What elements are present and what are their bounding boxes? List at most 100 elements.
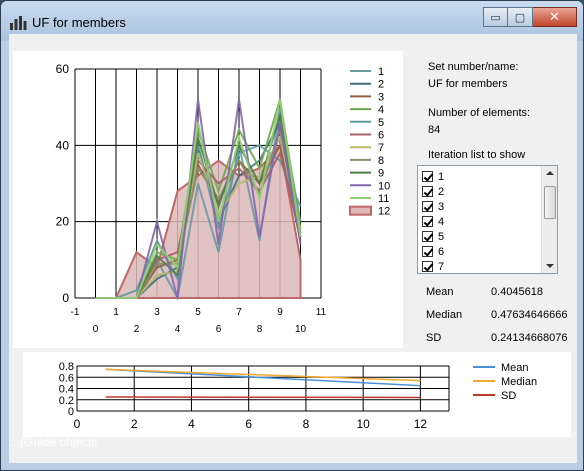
x-tick-label: -1	[71, 307, 80, 318]
x-tick-label: 5	[195, 307, 201, 318]
window-controls: ▭ ▢ ✕	[483, 7, 577, 28]
close-icon: ✕	[549, 9, 560, 24]
elements-value: 84	[428, 124, 441, 136]
x-tick-label: 3	[154, 307, 160, 318]
legend-label: 10	[378, 180, 390, 192]
maximize-icon: ▢	[514, 11, 526, 24]
checkbox[interactable]	[422, 171, 433, 182]
minimize-button[interactable]: ▭	[483, 7, 508, 27]
series-median-line	[105, 368, 421, 382]
x-tick-label: 10	[295, 324, 307, 335]
y-tick-label: 0	[62, 291, 69, 305]
legend-label: 1	[378, 66, 384, 78]
background-text: ...(Guide objects	[10, 435, 98, 449]
checkbox[interactable]	[422, 186, 433, 197]
checkbox[interactable]	[422, 231, 433, 242]
x-tick-label: 2	[131, 417, 138, 431]
x-tick-label: 1	[113, 307, 119, 318]
x-tick-label: 0	[74, 417, 81, 431]
summary-chart: 0 2 4 6 8 10 12 00.20.40.60.8 Mean Median SD	[59, 361, 537, 431]
x-tick-label: 10	[356, 417, 370, 431]
legend-label: 8	[378, 155, 384, 167]
x-tick-label: 4	[188, 417, 195, 431]
series-sd-line	[105, 396, 421, 399]
legend-label: SD	[501, 390, 516, 402]
legend-label: 12	[378, 206, 390, 218]
y-tick-label: 0.2	[59, 395, 74, 407]
legend-label: 11	[378, 193, 389, 205]
iteration-item[interactable]: 6	[422, 244, 444, 259]
bar-chart-icon	[10, 16, 27, 30]
x-tick-label: 7	[236, 307, 242, 318]
x-tick-label: 9	[277, 307, 283, 318]
iteration-item[interactable]: 4	[422, 214, 444, 229]
window-title: UF for members	[32, 15, 126, 30]
legend-label: Median	[501, 376, 537, 388]
x-tick-label: 0	[93, 324, 99, 335]
legend-label: 5	[378, 117, 384, 129]
scroll-down-icon[interactable]	[546, 264, 554, 268]
iteration-item-label: 4	[438, 215, 445, 228]
y-tick-label: 60	[56, 62, 70, 76]
x-tick-label: 12	[414, 417, 428, 431]
median-label: Median	[426, 309, 463, 321]
checkbox[interactable]	[422, 246, 433, 257]
legend-label: 6	[378, 130, 384, 142]
x-tick-label: 4	[175, 324, 181, 335]
y-tick-label: 20	[56, 215, 70, 229]
iteration-item[interactable]: 5	[422, 229, 444, 244]
checkbox[interactable]	[422, 201, 433, 212]
iteration-item[interactable]: 7	[422, 259, 444, 274]
mean-label: Mean	[426, 286, 454, 298]
iteration-item-label: 2	[438, 185, 445, 198]
set-label: Set number/name:	[428, 61, 519, 73]
iteration-item[interactable]: 2	[422, 184, 444, 199]
scroll-up-icon[interactable]	[546, 171, 554, 175]
x-tick-label: 6	[216, 324, 222, 335]
iteration-item-label: 5	[438, 230, 445, 243]
sd-label: SD	[426, 332, 442, 344]
legend-label: 9	[378, 168, 384, 180]
client-area: 0 20 40 60 -1 1 3 5 7 9 11 0 2 4 6 8 10 1 2 3 4 5 6 7 8 9 10 11 12 S…	[9, 34, 577, 463]
legend-label: 4	[378, 104, 384, 116]
maximize-button[interactable]: ▢	[508, 7, 533, 27]
iteration-item-label: 7	[438, 260, 445, 273]
legend-label: 2	[378, 79, 384, 91]
sd-value: 0.24134668076	[491, 332, 568, 344]
median-value: 0.47634646666	[491, 309, 568, 321]
iteration-label: Iteration list to show	[428, 149, 526, 161]
main-chart: 0204060-1 1 3 5 7 9 110 2 4 6 8 10123456789101112	[56, 62, 391, 335]
legend-label: 3	[378, 91, 384, 103]
main-chart-panel: 0 20 40 60 -1 1 3 5 7 9 11 0 2 4 6 8 10 1 2 3 4 5 6 7 8 9 10 11 12	[13, 51, 403, 348]
iteration-item-label: 3	[438, 200, 445, 213]
y-tick-label: 0.8	[59, 361, 74, 373]
checkbox[interactable]	[422, 261, 433, 272]
elements-label: Number of elements:	[428, 107, 531, 119]
x-tick-label: 11	[316, 307, 327, 318]
iteration-item-label: 6	[438, 245, 445, 258]
x-tick-label: 8	[303, 417, 310, 431]
y-tick-label: 0.6	[59, 372, 74, 384]
mean-value: 0.4045618	[491, 286, 543, 298]
iteration-item-label: 1	[438, 170, 445, 183]
iteration-item[interactable]: 1	[422, 169, 444, 184]
y-tick-label: 0.4	[59, 384, 74, 396]
x-tick-label: 2	[134, 324, 140, 335]
minimize-icon: ▭	[490, 11, 501, 24]
set-value: UF for members	[428, 78, 508, 90]
x-tick-label: 6	[245, 417, 252, 431]
iteration-scrollbar[interactable]	[541, 166, 557, 273]
scroll-thumb[interactable]	[544, 186, 556, 219]
iteration-list[interactable]: 1 2 3 4 5 6 7	[417, 165, 558, 274]
y-tick-label: 40	[56, 138, 70, 152]
close-button[interactable]: ✕	[533, 7, 577, 27]
app-window: UF for members ▭ ▢ ✕ 0 20 40 60 -1 1 3 5 7 9 11 0 2 4…	[0, 0, 584, 471]
x-tick-label: 8	[257, 324, 263, 335]
y-tick-label: 0	[68, 406, 74, 418]
legend-swatch	[349, 205, 372, 216]
checkbox[interactable]	[422, 216, 433, 227]
legend-label: 7	[378, 142, 384, 154]
summary-chart-panel: 0 2 4 6 8 10 12 0 0.2 0.4 0.6 0.8 Mean Median SD	[23, 352, 571, 437]
legend-label: Mean	[501, 362, 529, 374]
iteration-item[interactable]: 3	[422, 199, 444, 214]
